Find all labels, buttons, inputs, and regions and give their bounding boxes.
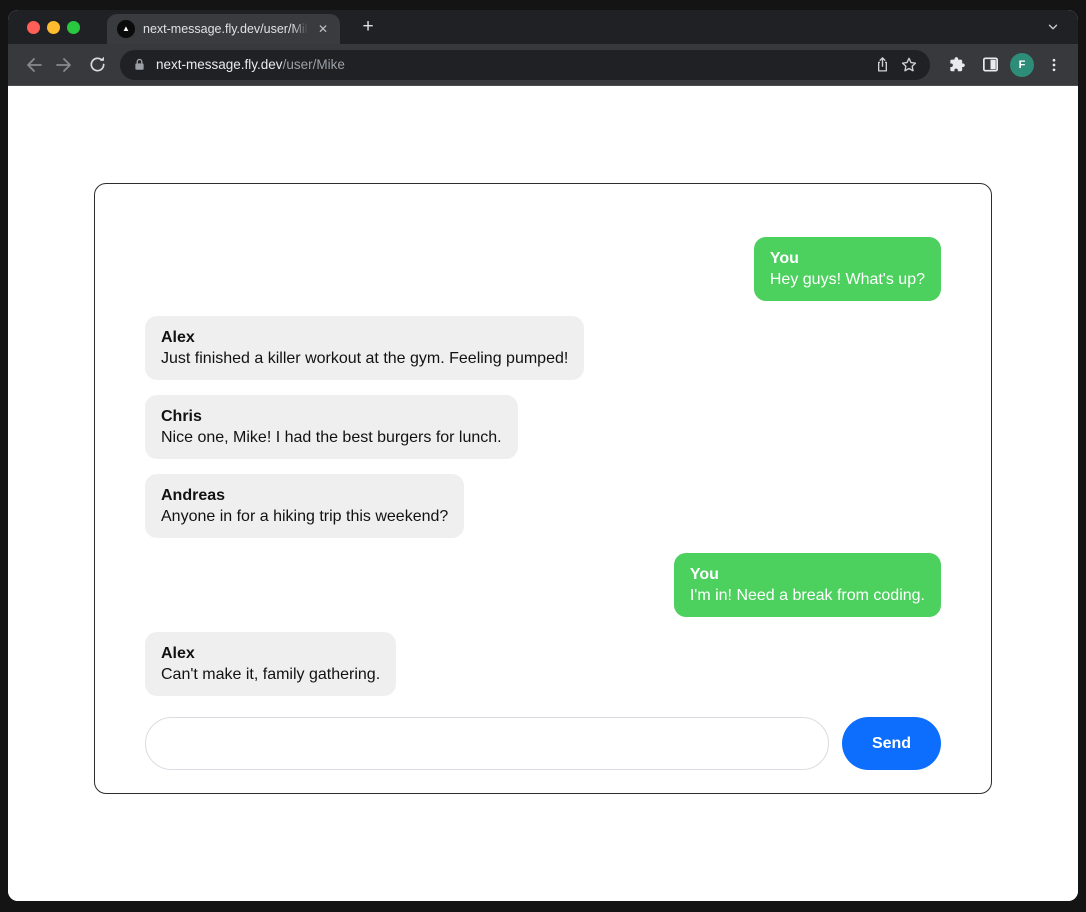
window-controls bbox=[27, 21, 80, 34]
profile-avatar[interactable]: F bbox=[1010, 53, 1034, 77]
message-sender: Alex bbox=[161, 327, 568, 348]
url-path: /user/Mike bbox=[283, 57, 345, 72]
reload-icon[interactable] bbox=[82, 50, 112, 80]
new-tab-button[interactable]: + bbox=[356, 15, 380, 39]
tab-close-icon[interactable]: ✕ bbox=[316, 21, 330, 37]
message-input[interactable] bbox=[145, 717, 829, 770]
message-composer: Send bbox=[145, 717, 941, 770]
bookmark-star-icon[interactable] bbox=[900, 56, 918, 74]
message-bubble-self: You Hey guys! What's up? bbox=[754, 237, 941, 301]
side-panel-icon[interactable] bbox=[976, 51, 1004, 79]
browser-tab[interactable]: ▲ next-message.fly.dev/user/Mik ✕ bbox=[107, 14, 340, 44]
message-sender: Alex bbox=[161, 643, 380, 664]
fullscreen-window-button[interactable] bbox=[67, 21, 80, 34]
message-sender: Andreas bbox=[161, 485, 448, 506]
site-favicon-icon: ▲ bbox=[117, 20, 135, 38]
message-sender: You bbox=[690, 564, 925, 585]
url-host: next-message.fly.dev bbox=[156, 57, 283, 72]
minimize-window-button[interactable] bbox=[47, 21, 60, 34]
message-bubble-self: You I'm in! Need a break from coding. bbox=[674, 553, 941, 617]
message-text: Just finished a killer workout at the gy… bbox=[161, 348, 568, 369]
page-content: You Hey guys! What's up? Alex Just finis… bbox=[8, 86, 1078, 901]
close-window-button[interactable] bbox=[27, 21, 40, 34]
browser-window: ▲ next-message.fly.dev/user/Mik ✕ + bbox=[8, 10, 1078, 901]
tab-title: next-message.fly.dev/user/Mik bbox=[143, 21, 308, 37]
message-text: Nice one, Mike! I had the best burgers f… bbox=[161, 427, 502, 448]
message-text: Can't make it, family gathering. bbox=[161, 664, 380, 685]
message-bubble-other: Alex Just finished a killer workout at t… bbox=[145, 316, 584, 380]
message-sender: Chris bbox=[161, 406, 502, 427]
address-bar[interactable]: next-message.fly.dev/user/Mike bbox=[120, 50, 930, 80]
message-text: Hey guys! What's up? bbox=[770, 269, 925, 290]
kebab-menu-icon[interactable] bbox=[1040, 51, 1068, 79]
back-icon[interactable] bbox=[18, 50, 48, 80]
send-button[interactable]: Send bbox=[842, 717, 941, 770]
share-icon[interactable] bbox=[874, 56, 891, 73]
lock-icon bbox=[132, 57, 147, 72]
extensions-icon[interactable] bbox=[942, 51, 970, 79]
message-sender: You bbox=[770, 248, 925, 269]
message-bubble-other: Chris Nice one, Mike! I had the best bur… bbox=[145, 395, 518, 459]
message-bubble-other: Andreas Anyone in for a hiking trip this… bbox=[145, 474, 464, 538]
tab-strip: ▲ next-message.fly.dev/user/Mik ✕ + bbox=[8, 10, 1078, 44]
forward-icon[interactable] bbox=[50, 50, 80, 80]
message-bubble-other: Alex Can't make it, family gathering. bbox=[145, 632, 396, 696]
favicon-triangle-glyph: ▲ bbox=[122, 25, 130, 33]
toolbar-right-icons: F bbox=[942, 51, 1068, 79]
url-text: next-message.fly.dev/user/Mike bbox=[156, 57, 345, 72]
message-text: I'm in! Need a break from coding. bbox=[690, 585, 925, 606]
browser-toolbar: next-message.fly.dev/user/Mike bbox=[8, 44, 1078, 86]
message-text: Anyone in for a hiking trip this weekend… bbox=[161, 506, 448, 527]
tab-search-chevron-icon[interactable] bbox=[1046, 20, 1060, 34]
chat-container: You Hey guys! What's up? Alex Just finis… bbox=[94, 183, 992, 794]
